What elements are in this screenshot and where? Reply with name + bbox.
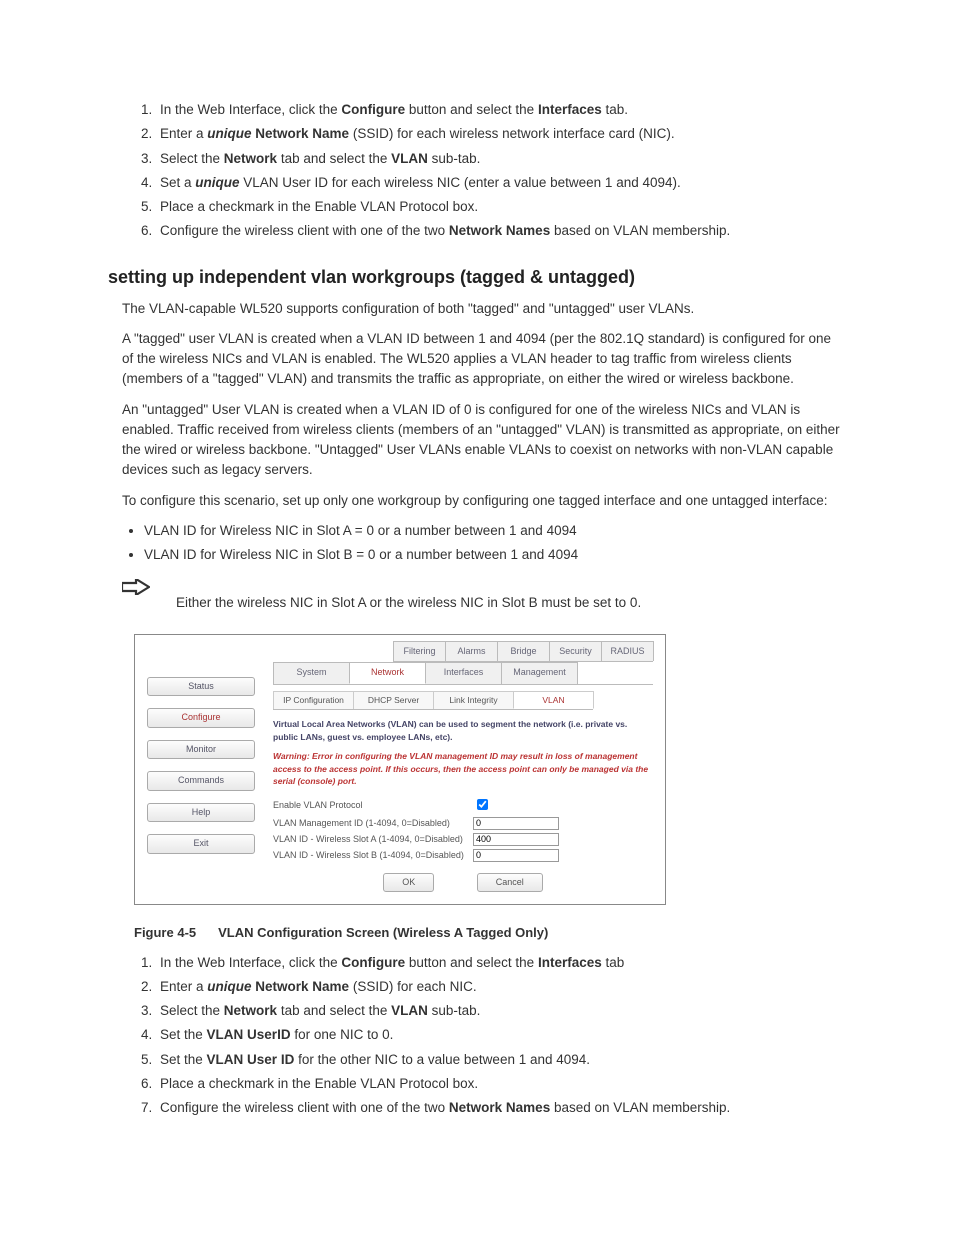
paragraph: The VLAN-capable WL520 supports configur… [122,299,846,319]
nav-exit[interactable]: Exit [147,834,255,854]
list-item: Configure the wireless client with one o… [156,221,846,241]
steps-list-2: In the Web Interface, click the Configur… [108,953,846,1119]
label-enable-vlan: Enable VLAN Protocol [273,799,473,813]
subtab-vlan[interactable]: VLAN [513,691,594,710]
tab-network[interactable]: Network [349,662,426,684]
panel-warning: Warning: Error in configuring the VLAN m… [273,750,653,788]
arrow-icon [122,577,150,599]
nav-configure[interactable]: Configure [147,708,255,728]
row-slot-b: VLAN ID - Wireless Slot B (1-4094, 0=Dis… [273,849,653,863]
cancel-button[interactable]: Cancel [477,873,543,893]
list-item: Set the VLAN UserID for one NIC to 0. [156,1025,846,1045]
panel-description: Virtual Local Area Networks (VLAN) can b… [273,718,653,744]
caption-text: VLAN Configuration Screen (Wireless A Ta… [218,925,548,940]
subtab-row: IP Configuration DHCP Server Link Integr… [273,691,593,711]
list-item: Select the Network tab and select the VL… [156,149,846,169]
list-item: Place a checkmark in the Enable VLAN Pro… [156,1074,846,1094]
note-text: Either the wireless NIC in Slot A or the… [176,575,846,613]
note: Either the wireless NIC in Slot A or the… [122,575,846,613]
bullet-list: VLAN ID for Wireless NIC in Slot A = 0 o… [122,521,846,566]
section-heading: setting up independent vlan workgroups (… [108,264,846,291]
row-enable-vlan: Enable VLAN Protocol [273,796,653,815]
ok-button[interactable]: OK [383,873,434,893]
list-item: In the Web Interface, click the Configur… [156,953,846,973]
figure-vlan-screen: Status Configure Monitor Commands Help E… [134,634,666,906]
list-item: VLAN ID for Wireless NIC in Slot B = 0 o… [144,545,846,565]
list-item: Select the Network tab and select the VL… [156,1001,846,1021]
list-item: Place a checkmark in the Enable VLAN Pro… [156,197,846,217]
list-item: Set the VLAN User ID for the other NIC t… [156,1050,846,1070]
list-item: Configure the wireless client with one o… [156,1098,846,1118]
row-slot-a: VLAN ID - Wireless Slot A (1-4094, 0=Dis… [273,833,653,847]
list-item: Enter a unique Network Name (SSID) for e… [156,977,846,997]
tab-filtering[interactable]: Filtering [393,641,446,662]
figure-caption: Figure 4-5 VLAN Configuration Screen (Wir… [134,923,846,943]
checkbox-enable-vlan[interactable] [477,799,488,810]
nav-sidebar: Status Configure Monitor Commands Help E… [135,635,261,905]
paragraph: A "tagged" user VLAN is created when a V… [122,329,846,390]
tab-bridge[interactable]: Bridge [497,641,550,662]
tab-row-upper: Filtering Alarms Bridge Security RADIUS [393,641,653,663]
tab-alarms[interactable]: Alarms [445,641,498,662]
nav-help[interactable]: Help [147,803,255,823]
subtab-ipconfig[interactable]: IP Configuration [273,691,354,710]
input-mgmt-id[interactable] [473,817,559,830]
paragraph: An "untagged" User VLAN is created when … [122,400,846,481]
label-slot-a: VLAN ID - Wireless Slot A (1-4094, 0=Dis… [273,833,473,847]
label-slot-b: VLAN ID - Wireless Slot B (1-4094, 0=Dis… [273,849,473,863]
tab-radius[interactable]: RADIUS [601,641,654,662]
tab-interfaces[interactable]: Interfaces [425,662,502,684]
button-row: OK Cancel [273,873,653,893]
list-item: VLAN ID for Wireless NIC in Slot A = 0 o… [144,521,846,541]
subtab-dhcp[interactable]: DHCP Server [353,691,434,710]
tab-management[interactable]: Management [501,662,578,684]
content-panel: Filtering Alarms Bridge Security RADIUS … [261,635,665,905]
steps-list-1: In the Web Interface, click the Configur… [108,100,846,242]
caption-number: Figure 4-5 [134,925,196,940]
list-item: Enter a unique Network Name (SSID) for e… [156,124,846,144]
input-slot-b[interactable] [473,849,559,862]
tab-security[interactable]: Security [549,641,602,662]
row-mgmt-id: VLAN Management ID (1-4094, 0=Disabled) [273,817,653,831]
paragraph: To configure this scenario, set up only … [122,491,846,511]
nav-commands[interactable]: Commands [147,771,255,791]
nav-status[interactable]: Status [147,677,255,697]
tab-row-lower: System Network Interfaces Management [273,662,653,685]
input-slot-a[interactable] [473,833,559,846]
list-item: Set a unique VLAN User ID for each wirel… [156,173,846,193]
subtab-linkintegrity[interactable]: Link Integrity [433,691,514,710]
list-item: In the Web Interface, click the Configur… [156,100,846,120]
label-mgmt-id: VLAN Management ID (1-4094, 0=Disabled) [273,817,473,831]
tab-system[interactable]: System [273,662,350,684]
nav-monitor[interactable]: Monitor [147,740,255,760]
